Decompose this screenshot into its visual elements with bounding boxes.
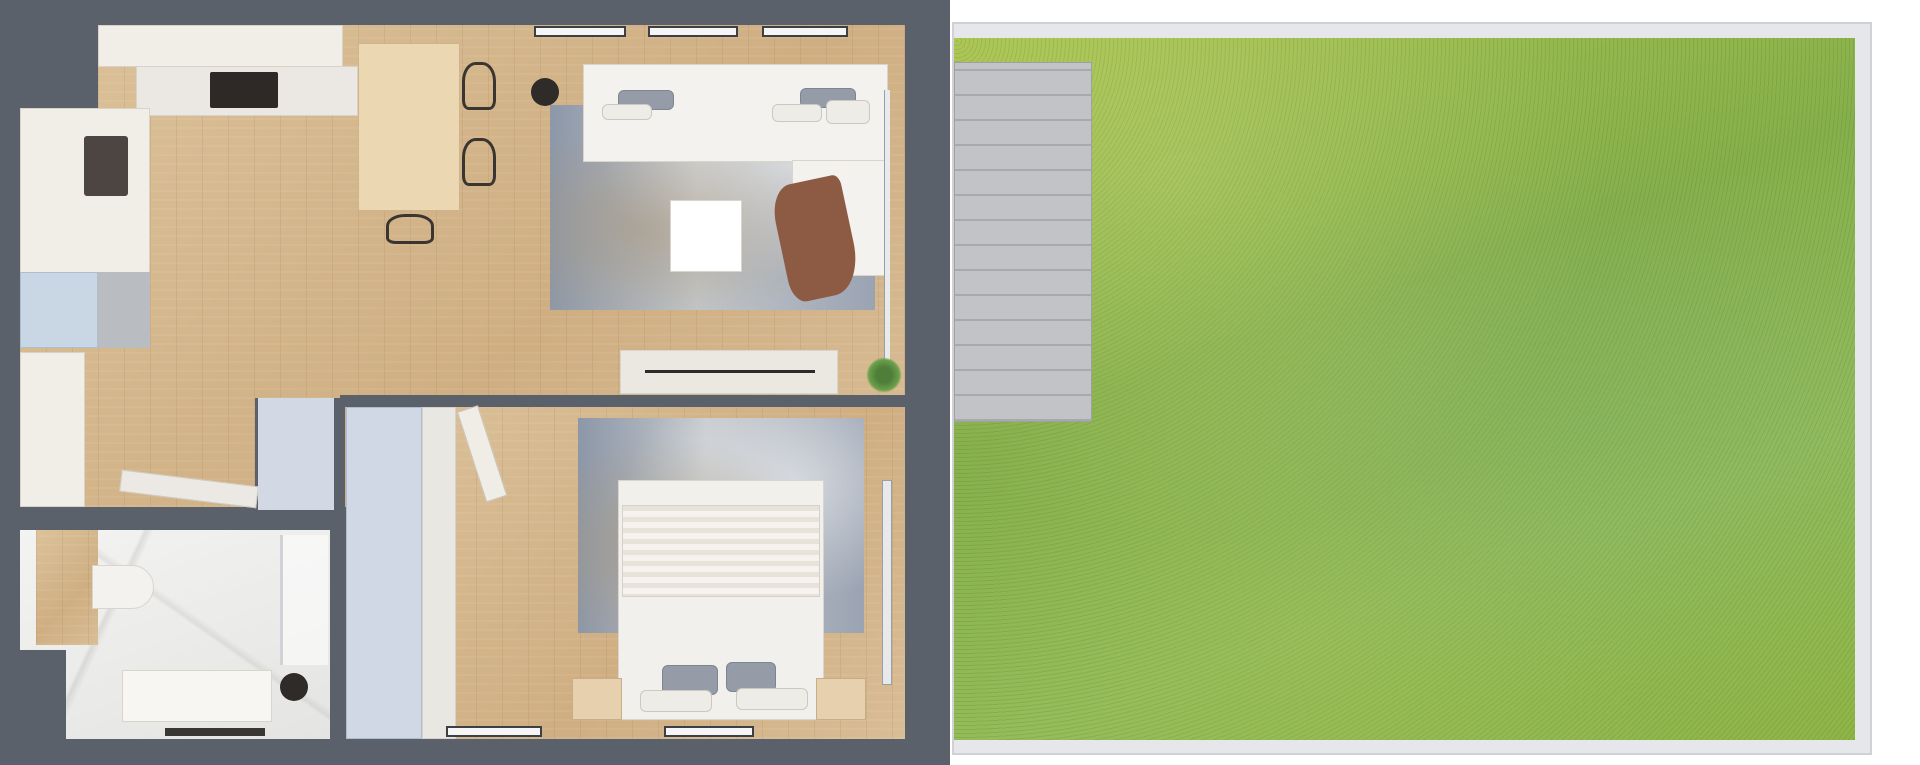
nightstand bbox=[572, 678, 622, 720]
nightstand bbox=[816, 678, 866, 720]
wall-notch bbox=[0, 25, 98, 108]
shower-screen bbox=[280, 535, 328, 665]
glass-partition bbox=[258, 398, 334, 510]
interior-wall bbox=[340, 395, 905, 407]
kitchen-upper-counter bbox=[98, 25, 343, 67]
dining-chair bbox=[462, 138, 496, 186]
sink-basin-icon bbox=[165, 728, 265, 736]
coffee-table bbox=[670, 200, 742, 272]
sofa-pillow bbox=[602, 104, 652, 120]
kitchen-side-panel bbox=[98, 272, 150, 348]
wooden-deck bbox=[954, 62, 1092, 422]
tv-icon bbox=[645, 370, 815, 373]
toilet-icon bbox=[92, 565, 154, 609]
window-strip bbox=[884, 90, 890, 360]
sofa-pillow bbox=[826, 100, 870, 124]
bed-pillow bbox=[640, 690, 712, 712]
entry-closet bbox=[20, 352, 85, 507]
bedroom-radiator bbox=[882, 480, 892, 685]
dining-chair bbox=[386, 214, 434, 244]
bath-wall-notch bbox=[0, 650, 66, 739]
window-marker bbox=[664, 726, 754, 737]
floor-lamp-icon bbox=[531, 78, 559, 106]
shower-head-icon bbox=[280, 673, 308, 701]
wardrobe-doors bbox=[422, 407, 456, 739]
bed-pillow bbox=[736, 688, 808, 710]
fridge-panel bbox=[20, 272, 98, 348]
sofa-pillow bbox=[772, 104, 822, 122]
bath-cabinet bbox=[122, 670, 272, 722]
wardrobe bbox=[346, 407, 422, 739]
plant-icon bbox=[866, 357, 902, 393]
window-marker bbox=[534, 26, 626, 37]
dining-chair bbox=[462, 62, 496, 110]
bed-blanket bbox=[622, 505, 820, 597]
dining-table bbox=[358, 43, 460, 211]
window-marker bbox=[648, 26, 738, 37]
bathroom-vanity-wall bbox=[36, 530, 98, 645]
sink-icon bbox=[84, 136, 128, 196]
window-marker bbox=[446, 726, 542, 737]
window-marker bbox=[762, 26, 848, 37]
cooktop-icon bbox=[210, 72, 278, 108]
